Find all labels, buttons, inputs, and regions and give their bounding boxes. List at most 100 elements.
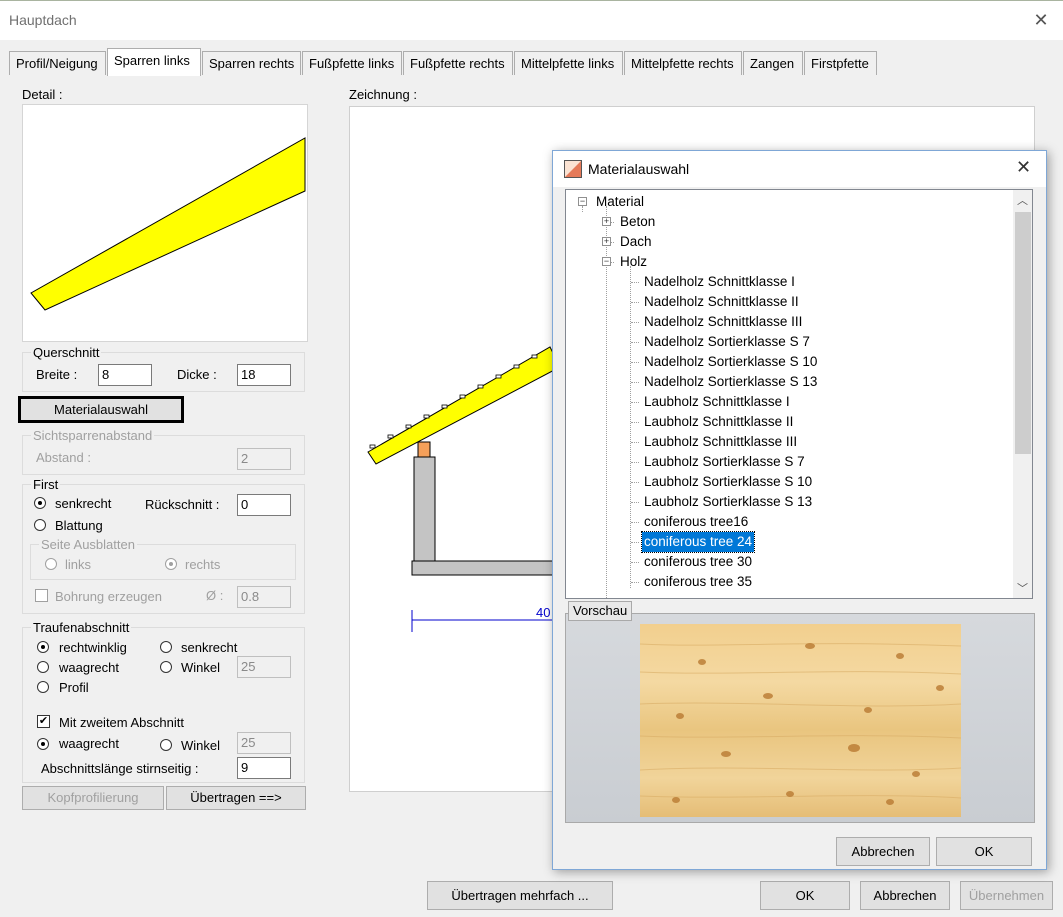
first-title: First xyxy=(31,477,61,492)
profil-radio[interactable] xyxy=(37,681,49,693)
waagrecht2-label: waagrecht xyxy=(59,736,119,751)
tree-leaf[interactable]: Nadelholz Schnittklasse I xyxy=(644,272,795,292)
tree-leaf-selected[interactable]: coniferous tree 24 xyxy=(640,531,756,553)
material-dialog-title: Materialauswahl xyxy=(588,161,690,177)
waagrecht-radio[interactable] xyxy=(37,661,49,673)
durchmesser-label: Ø : xyxy=(206,588,224,603)
materialauswahl-button[interactable]: Materialauswahl xyxy=(18,396,184,423)
traufe-senkrecht-label: senkrecht xyxy=(181,640,238,655)
tab-profil-neigung[interactable]: Profil/Neigung xyxy=(9,51,106,75)
uebertragen-mehrfach-button[interactable]: Übertragen mehrfach ... xyxy=(427,881,613,910)
winkel2-radio[interactable] xyxy=(160,739,172,751)
tree-leaf[interactable]: Laubholz Sortierklasse S 10 xyxy=(644,472,812,492)
first-blattung-label: Blattung xyxy=(55,518,103,533)
sichtsparren-group: Sichtsparrenabstand Abstand : 2 xyxy=(22,428,305,475)
rechtwinklig-label: rechtwinklig xyxy=(59,640,127,655)
tree-leaf[interactable]: Laubholz Sortierklasse S 7 xyxy=(644,452,805,472)
title-bar: Hauptdach ✕ xyxy=(0,0,1063,40)
zweiter-abschnitt-checkbox[interactable]: ✔ xyxy=(37,715,50,728)
tab-sparren-rechts[interactable]: Sparren rechts xyxy=(202,51,301,75)
tree-leaf[interactable]: Laubholz Sortierklasse S 13 xyxy=(644,492,812,512)
tree-leaf[interactable]: Nadelholz Sortierklasse S 7 xyxy=(644,332,810,352)
sichtsparren-title: Sichtsparrenabstand xyxy=(31,428,155,443)
tree-node-beton[interactable]: Beton xyxy=(620,212,655,232)
tree-leaf[interactable]: coniferous tree 30 xyxy=(644,552,752,572)
kopfprofilierung-button[interactable]: Kopfprofilierung xyxy=(22,786,164,810)
material-tree[interactable]: − Material + Beton + Dach − Holz Nadelho… xyxy=(565,189,1033,599)
bohrung-checkbox[interactable] xyxy=(35,589,48,602)
ok-button[interactable]: OK xyxy=(760,881,850,910)
links-radio[interactable] xyxy=(45,558,57,570)
first-senkrecht-radio[interactable] xyxy=(34,497,46,509)
abstand-label: Abstand : xyxy=(36,450,91,465)
first-group: First senkrecht Rückschnitt : 0 Blattung… xyxy=(22,477,305,614)
rueckschnitt-input[interactable]: 0 xyxy=(237,494,291,516)
abbrechen-button[interactable]: Abbrechen xyxy=(860,881,950,910)
scroll-down-icon[interactable]: ﹀ xyxy=(1017,580,1028,596)
abschnittslaenge-label: Abschnittslänge stirnseitig : xyxy=(41,761,199,776)
tree-leaf[interactable]: Nadelholz Sortierklasse S 10 xyxy=(644,352,817,372)
tab-mittelpfette-links[interactable]: Mittelpfette links xyxy=(514,51,623,75)
material-icon xyxy=(564,160,582,178)
profil-label: Profil xyxy=(59,680,89,695)
material-abbrechen-button[interactable]: Abbrechen xyxy=(836,837,930,866)
tree-node-dach[interactable]: Dach xyxy=(620,232,652,252)
waagrecht-label: waagrecht xyxy=(59,660,119,675)
scroll-thumb[interactable] xyxy=(1015,212,1031,454)
tree-leaf[interactable]: Laubholz Schnittklasse II xyxy=(644,412,793,432)
dimension-text: 40 xyxy=(536,605,550,620)
traufe-senkrecht-radio[interactable] xyxy=(160,641,172,653)
material-ok-button[interactable]: OK xyxy=(936,837,1032,866)
tree-leaf[interactable]: Nadelholz Schnittklasse III xyxy=(644,312,802,332)
winkel-radio[interactable] xyxy=(160,661,172,673)
waagrecht2-radio[interactable] xyxy=(37,738,49,750)
collapse-icon[interactable]: − xyxy=(602,257,611,266)
expand-icon[interactable]: + xyxy=(602,217,611,226)
material-dialog: Materialauswahl ✕ − Material + Beton + D… xyxy=(552,150,1047,870)
winkel-input[interactable]: 25 xyxy=(237,656,291,678)
seite-ausblatten-title: Seite Ausblatten xyxy=(39,537,137,552)
tab-fusspfette-links[interactable]: Fußpfette links xyxy=(302,51,402,75)
breite-input[interactable]: 8 xyxy=(98,364,152,386)
rechts-radio[interactable] xyxy=(165,558,177,570)
tab-sparren-links[interactable]: Sparren links xyxy=(107,48,201,76)
vorschau-label: Vorschau xyxy=(568,601,633,621)
tree-root[interactable]: Material xyxy=(596,192,644,212)
tree-leaf[interactable]: Laubholz Schnittklasse III xyxy=(644,432,797,452)
winkel2-input[interactable]: 25 xyxy=(237,732,291,754)
traufe-title: Traufenabschnitt xyxy=(31,620,132,635)
durchmesser-input[interactable]: 0.8 xyxy=(237,586,291,608)
detail-preview xyxy=(22,104,308,342)
tree-leaf[interactable]: coniferous tree 35 xyxy=(644,572,752,592)
collapse-icon[interactable]: − xyxy=(578,197,587,206)
tab-firstpfette[interactable]: Firstpfette xyxy=(804,51,877,75)
pfette xyxy=(417,441,431,458)
tab-fusspfette-rechts[interactable]: Fußpfette rechts xyxy=(403,51,513,75)
tree-leaf[interactable]: Nadelholz Schnittklasse II xyxy=(644,292,799,312)
rechtwinklig-radio[interactable] xyxy=(37,641,49,653)
tree-leaf[interactable]: Nadelholz Sortierklasse S 13 xyxy=(644,372,817,392)
vorschau-panel: Vorschau xyxy=(565,601,1035,823)
querschnitt-group: Querschnitt Breite : 8 Dicke : 18 xyxy=(22,345,305,392)
tree-node-holz[interactable]: Holz xyxy=(620,252,647,272)
tree-leaf[interactable]: Laubholz Schnittklasse I xyxy=(644,392,790,412)
rueckschnitt-label: Rückschnitt : xyxy=(145,497,220,512)
abschnittslaenge-input[interactable]: 9 xyxy=(237,757,291,779)
abstand-input[interactable]: 2 xyxy=(237,448,291,470)
expand-icon[interactable]: + xyxy=(602,237,611,246)
material-dialog-titlebar: Materialauswahl ✕ xyxy=(553,151,1046,187)
uebernehmen-button[interactable]: Übernehmen xyxy=(960,881,1053,910)
close-icon[interactable]: ✕ xyxy=(1030,9,1052,31)
scroll-up-icon[interactable]: ︿ xyxy=(1017,192,1028,208)
floor-slab xyxy=(411,560,563,576)
material-dialog-close-icon[interactable]: ✕ xyxy=(1016,157,1031,178)
winkel2-label: Winkel xyxy=(181,738,221,753)
uebertragen-button[interactable]: Übertragen ==> xyxy=(166,786,306,810)
tab-zangen[interactable]: Zangen xyxy=(743,51,803,75)
dicke-input[interactable]: 18 xyxy=(237,364,291,386)
dicke-label: Dicke : xyxy=(177,367,217,382)
tree-leaf[interactable]: coniferous tree16 xyxy=(644,512,748,532)
wall xyxy=(413,456,436,564)
first-blattung-radio[interactable] xyxy=(34,519,46,531)
tab-mittelpfette-rechts[interactable]: Mittelpfette rechts xyxy=(624,51,742,75)
